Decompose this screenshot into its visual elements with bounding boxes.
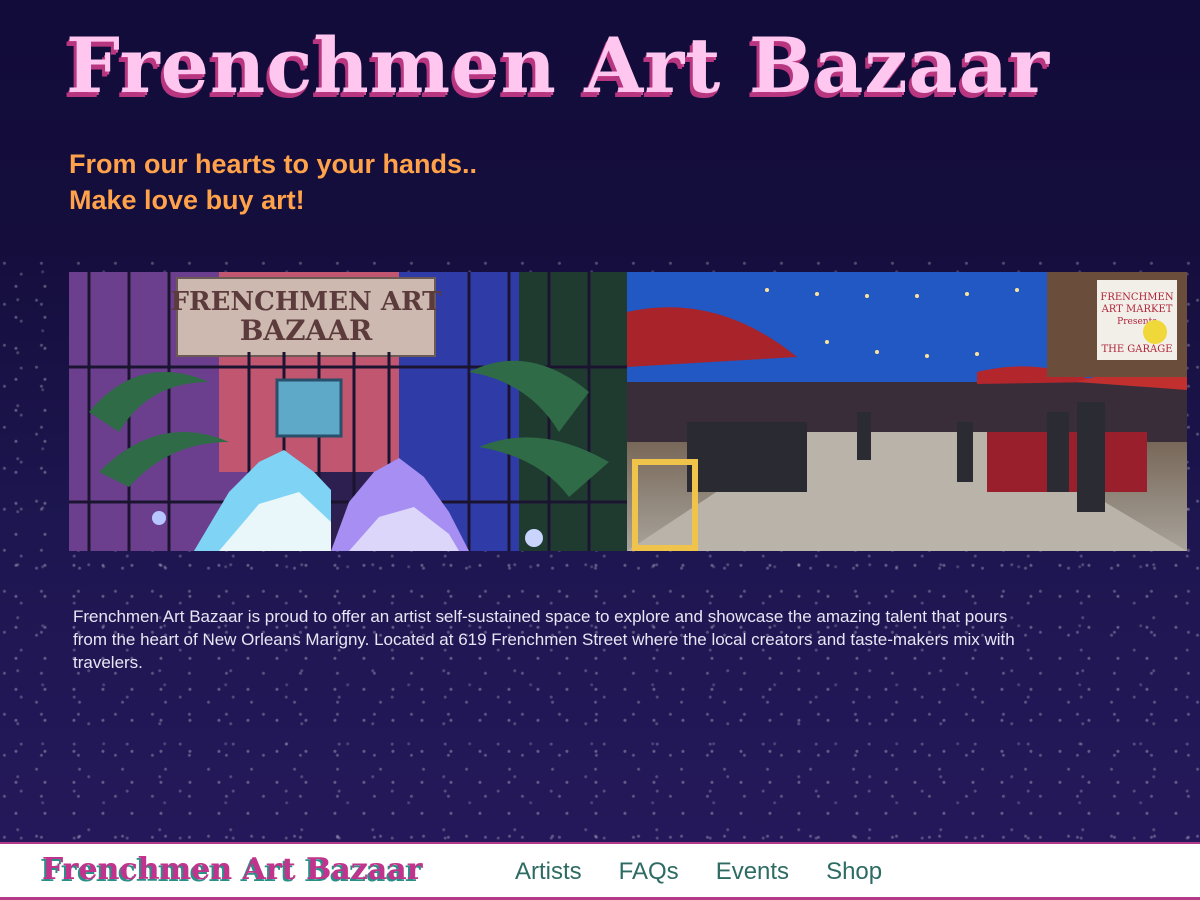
tagline: From our hearts to your hands.. Make lov… bbox=[69, 146, 477, 218]
tagline-line-1: From our hearts to your hands.. bbox=[69, 149, 478, 179]
svg-text:ART MARKET: ART MARKET bbox=[1101, 304, 1173, 315]
nav-link-shop[interactable]: Shop bbox=[826, 856, 882, 888]
tagline-line-2: Make love buy art! bbox=[69, 185, 305, 215]
nav-link-faqs[interactable]: FAQs bbox=[619, 856, 679, 888]
street-market-photo: FRENCHMEN ART MARKET Presents THE GARAGE bbox=[627, 272, 1187, 551]
nav-link-events[interactable]: Events bbox=[716, 856, 789, 888]
nav-links: Artists FAQs Events Shop bbox=[515, 856, 882, 888]
hero-section: Frenchmen Art Bazaar From our hearts to … bbox=[0, 0, 1200, 842]
nav-link-artists[interactable]: Artists bbox=[515, 856, 582, 888]
about-description: Frenchmen Art Bazaar is proud to offer a… bbox=[73, 607, 1015, 672]
svg-text:FRENCHMEN ART: FRENCHMEN ART bbox=[171, 287, 443, 317]
entrance-illustration: FRENCHMEN ART BAZAAR bbox=[69, 272, 627, 551]
nav-logo[interactable]: Frenchmen Art Bazaar bbox=[42, 850, 423, 890]
bottom-navbar: Frenchmen Art Bazaar Artists FAQs Events… bbox=[0, 842, 1200, 900]
svg-text:BAZAAR: BAZAAR bbox=[240, 314, 373, 347]
bazaar-entrance-photo: FRENCHMEN ART BAZAAR bbox=[69, 272, 627, 551]
photo-gallery: FRENCHMEN ART BAZAAR FRENCHMEN ART MARKE… bbox=[69, 272, 1187, 551]
hero-title: Frenchmen Art Bazaar bbox=[66, 21, 1051, 110]
market-illustration: FRENCHMEN ART MARKET Presents THE GARAGE bbox=[627, 272, 1187, 551]
svg-text:FRENCHMEN: FRENCHMEN bbox=[1100, 292, 1173, 303]
svg-text:THE GARAGE: THE GARAGE bbox=[1101, 344, 1172, 355]
